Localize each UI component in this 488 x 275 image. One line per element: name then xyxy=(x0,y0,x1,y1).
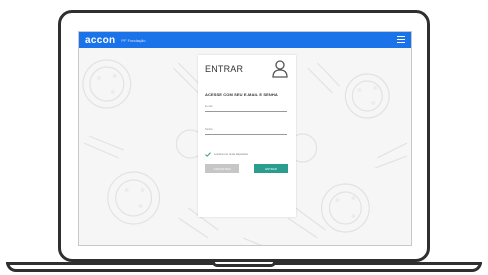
register-button[interactable]: CADASTRAR xyxy=(205,164,239,173)
login-subtitle: ACESSE COM SEU E-MAIL E SENHA xyxy=(205,92,278,97)
check-icon xyxy=(205,152,211,157)
menu-icon[interactable] xyxy=(397,36,405,44)
remember-me-checkbox[interactable]: Lembrar-me neste dispositivo xyxy=(205,152,248,157)
password-field[interactable]: Senha xyxy=(205,128,287,135)
login-title: ENTRAR xyxy=(205,64,244,74)
login-button[interactable]: ENTRAR xyxy=(254,164,288,173)
laptop-hinge-notch xyxy=(212,262,276,267)
laptop-screen: accon PF Fundação ENTRAR ACESSE COM SEU … xyxy=(78,31,412,246)
password-label: Senha xyxy=(205,128,213,131)
email-field[interactable]: E-mail xyxy=(205,105,287,112)
app-subtitle: PF Fundação xyxy=(121,37,146,43)
app-bar: accon PF Fundação xyxy=(79,32,411,48)
login-card: ENTRAR ACESSE COM SEU E-MAIL E SENHA E-m… xyxy=(198,55,296,217)
app-logo[interactable]: accon xyxy=(85,35,115,46)
remember-me-label: Lembrar-me neste dispositivo xyxy=(214,153,249,156)
email-label: E-mail xyxy=(205,105,213,108)
user-icon xyxy=(272,60,288,78)
